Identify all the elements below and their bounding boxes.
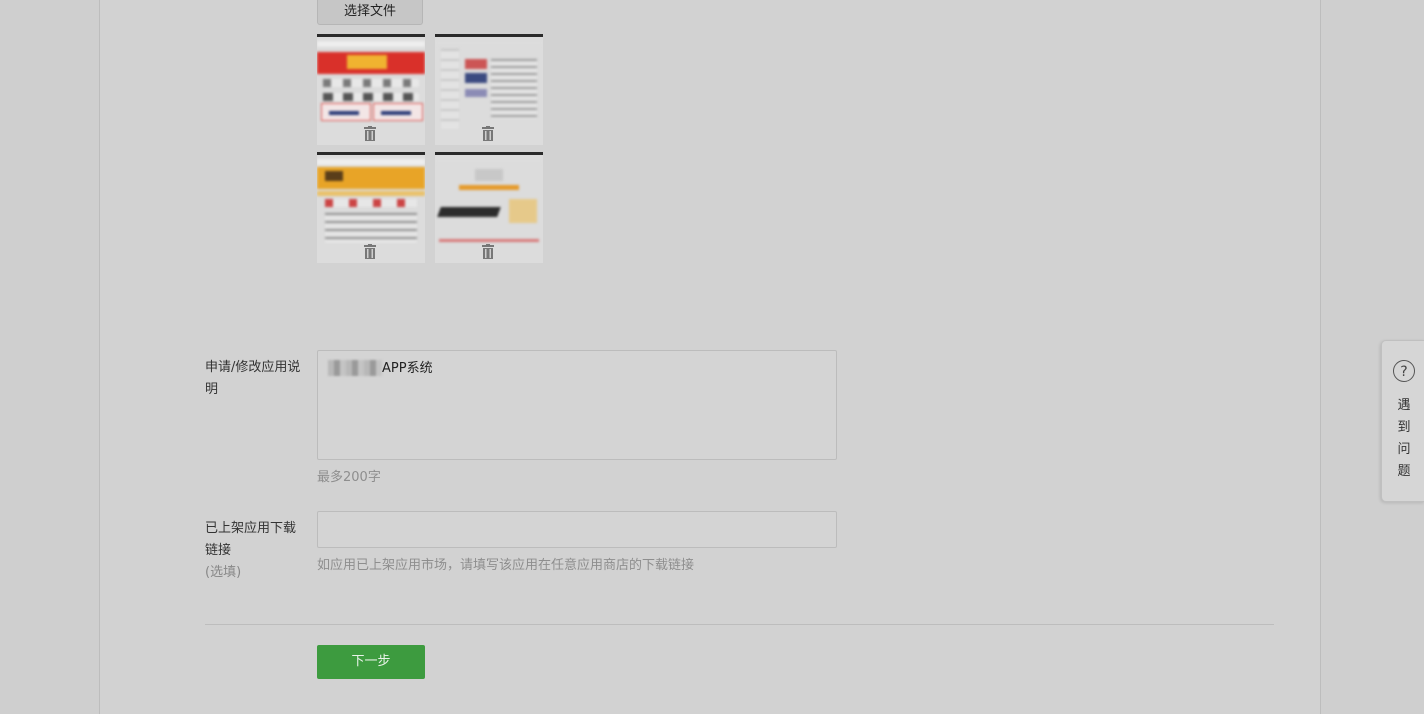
download-link-label: 已上架应用下载链接 (选填) <box>205 518 305 584</box>
description-label: 申请/修改应用说明 <box>205 360 301 397</box>
next-step-button[interactable]: 下一步 <box>317 645 425 679</box>
help-label: 遇到问题 <box>1397 398 1411 479</box>
trash-icon[interactable] <box>481 126 495 141</box>
thumbnail-3[interactable] <box>317 152 425 263</box>
download-link-input[interactable] <box>317 511 837 548</box>
download-link-hint: 如应用已上架应用市场，请填写该应用在任意应用商店的下载链接 <box>317 558 695 573</box>
description-hint: 最多200字 <box>317 470 381 485</box>
trash-icon[interactable] <box>363 244 377 259</box>
optional-tag: (选填) <box>205 565 242 580</box>
help-widget[interactable]: ? 遇到问题 <box>1381 340 1424 502</box>
description-value: APP系统 <box>382 361 433 376</box>
thumbnail-4[interactable] <box>435 152 543 263</box>
trash-icon[interactable] <box>481 244 495 259</box>
question-icon: ? <box>1393 360 1415 382</box>
thumbnail-1[interactable] <box>317 34 425 145</box>
choose-file-button[interactable]: 选择文件 <box>317 0 423 25</box>
redacted-text <box>328 360 382 376</box>
divider <box>205 624 1274 625</box>
description-textarea[interactable]: APP系统 <box>317 350 837 460</box>
trash-icon[interactable] <box>363 126 377 141</box>
thumbnail-2[interactable] <box>435 34 543 145</box>
download-link-label-text: 已上架应用下载链接 <box>205 521 297 558</box>
